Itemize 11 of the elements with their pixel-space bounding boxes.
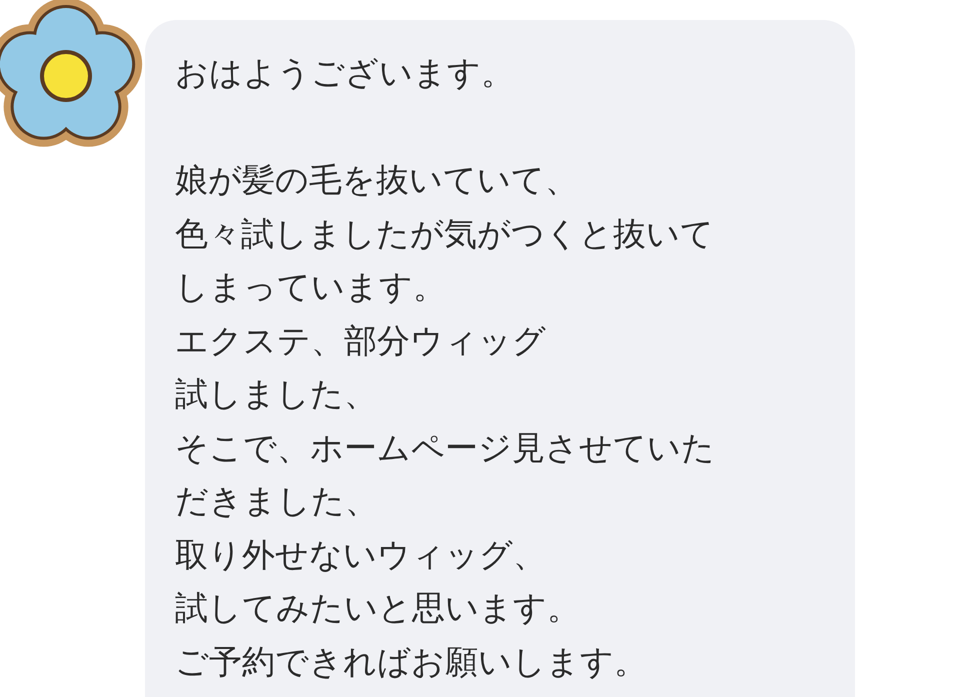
message-line: そこで、ホームページ見させていた xyxy=(175,426,716,468)
message-line: ご予約できればお願いします。 xyxy=(175,640,648,682)
message-line: 取り外せないウィッグ、 xyxy=(175,534,547,576)
message-line: 試してみたいと思います。 xyxy=(175,587,581,629)
message-line: おはようございます。 xyxy=(175,52,515,94)
message-line: しまっています。 xyxy=(175,266,447,308)
message-line: 娘が髪の毛を抜いていて、 xyxy=(175,159,579,201)
message-line: 色々試しましたが気がつくと抜いて xyxy=(175,212,715,254)
message-line: だきました、 xyxy=(175,480,379,522)
message-line: 試しました、 xyxy=(175,373,378,415)
message-line: エクステ、部分ウィッグ xyxy=(175,320,547,362)
